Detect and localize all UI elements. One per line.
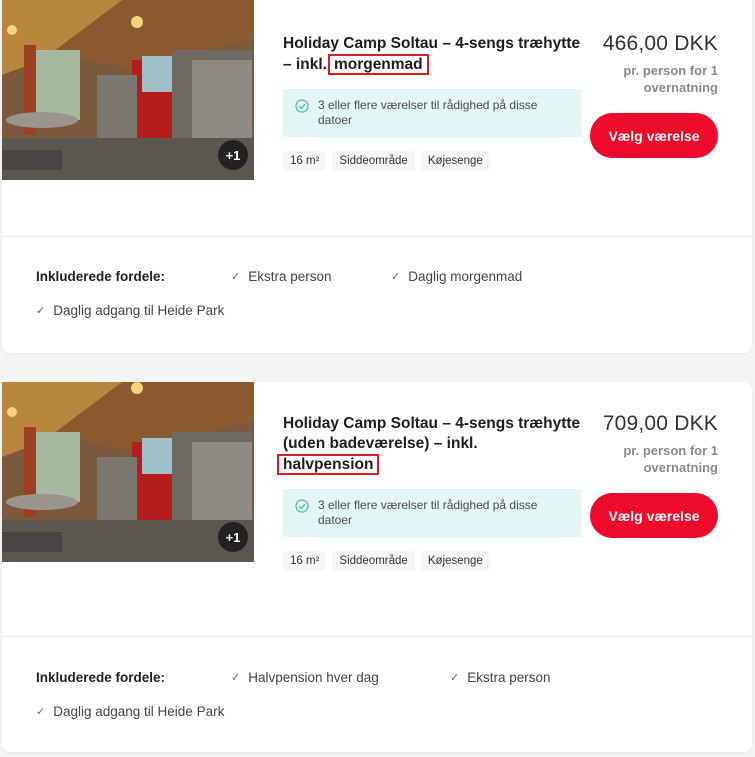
perks-title: Inkluderede fordele:	[36, 268, 166, 284]
perk-label: Ekstra person	[467, 669, 551, 685]
checkmark-icon: ✓	[231, 270, 241, 283]
room-photo[interactable]: +1	[2, 382, 254, 562]
select-room-button[interactable]: Vælg værelse	[590, 113, 718, 158]
price: 466,00 DKK	[602, 32, 718, 55]
photo-count-badge[interactable]: +1	[218, 140, 248, 170]
perk-label: Halvpension hver dag	[248, 669, 379, 685]
included-perks: Inkluderede fordele: ✓ Ekstra person ✓ D…	[36, 266, 732, 320]
board-highlight: morgenmad	[327, 54, 429, 75]
perk-item: ✓ Daglig adgang til Heide Park	[36, 303, 224, 318]
availability-notice: 3 eller flere værelser til rådighed på d…	[283, 489, 581, 537]
check-circle-icon	[295, 499, 309, 513]
checkmark-icon: ✓	[36, 705, 46, 718]
tag-bunk-beds: Køjesenge	[420, 551, 490, 571]
perk-label: Daglig adgang til Heide Park	[53, 703, 225, 719]
room-card: +1 Holiday Camp Soltau – 4-sengs træhytt…	[2, 0, 752, 353]
room-info: Holiday Camp Soltau – 4-sengs træhytte –…	[283, 34, 583, 171]
divider	[2, 636, 752, 637]
photo-count-badge[interactable]: +1	[218, 522, 248, 552]
tag-size: 16 m²	[283, 551, 327, 571]
checkmark-icon: ✓	[36, 304, 46, 317]
price-block: 709,00 DKK pr. person for 1 overnatning	[558, 412, 718, 476]
board-highlight: halvpension	[277, 454, 380, 475]
availability-text: 3 eller flere værelser til rådighed på d…	[318, 98, 538, 127]
room-tags: 16 m² Siddeområde Køjesenge	[283, 551, 583, 571]
price-note: pr. person for 1 overnatning	[623, 63, 718, 95]
included-perks: Inkluderede fordele: ✓ Halvpension hver …	[36, 667, 732, 721]
perk-item: ✓ Ekstra person	[450, 670, 551, 685]
room-photo-image	[2, 0, 254, 180]
availability-notice: 3 eller flere værelser til rådighed på d…	[283, 89, 581, 137]
perk-item: ✓ Halvpension hver dag	[231, 670, 450, 685]
room-title-text: Holiday Camp Soltau – 4-sengs træhytte (…	[283, 415, 581, 452]
perk-item: ✓ Daglig adgang til Heide Park	[36, 704, 224, 719]
checkmark-icon: ✓	[450, 671, 460, 684]
check-circle-icon	[295, 99, 309, 113]
perk-item: ✓ Daglig morgenmad	[391, 269, 522, 284]
room-photo[interactable]: +1	[2, 0, 254, 180]
room-photo-image	[2, 382, 254, 562]
tag-seating: Siddeområde	[332, 151, 415, 171]
tag-seating: Siddeområde	[332, 551, 415, 571]
perk-label: Ekstra person	[248, 268, 332, 284]
tag-bunk-beds: Køjesenge	[420, 151, 490, 171]
price-block: 466,00 DKK pr. person for 1 overnatning	[558, 32, 718, 96]
perk-item: ✓ Ekstra person	[231, 269, 391, 284]
checkmark-icon: ✓	[391, 270, 401, 283]
checkmark-icon: ✓	[231, 671, 241, 684]
availability-text: 3 eller flere værelser til rådighed på d…	[318, 498, 538, 527]
perk-label: Daglig morgenmad	[408, 268, 523, 284]
room-card: +1 Holiday Camp Soltau – 4-sengs træhytt…	[2, 382, 752, 752]
perk-label: Daglig adgang til Heide Park	[53, 302, 225, 318]
room-title[interactable]: Holiday Camp Soltau – 4-sengs træhytte (…	[277, 414, 583, 475]
price: 709,00 DKK	[602, 412, 718, 435]
select-room-button[interactable]: Vælg værelse	[590, 493, 718, 538]
room-tags: 16 m² Siddeområde Køjesenge	[283, 151, 583, 171]
tag-size: 16 m²	[283, 151, 327, 171]
room-title[interactable]: Holiday Camp Soltau – 4-sengs træhytte –…	[283, 34, 583, 75]
price-note: pr. person for 1 overnatning	[623, 443, 718, 475]
divider	[2, 236, 752, 237]
room-info: Holiday Camp Soltau – 4-sengs træhytte (…	[277, 414, 583, 571]
perks-title: Inkluderede fordele:	[36, 669, 166, 685]
